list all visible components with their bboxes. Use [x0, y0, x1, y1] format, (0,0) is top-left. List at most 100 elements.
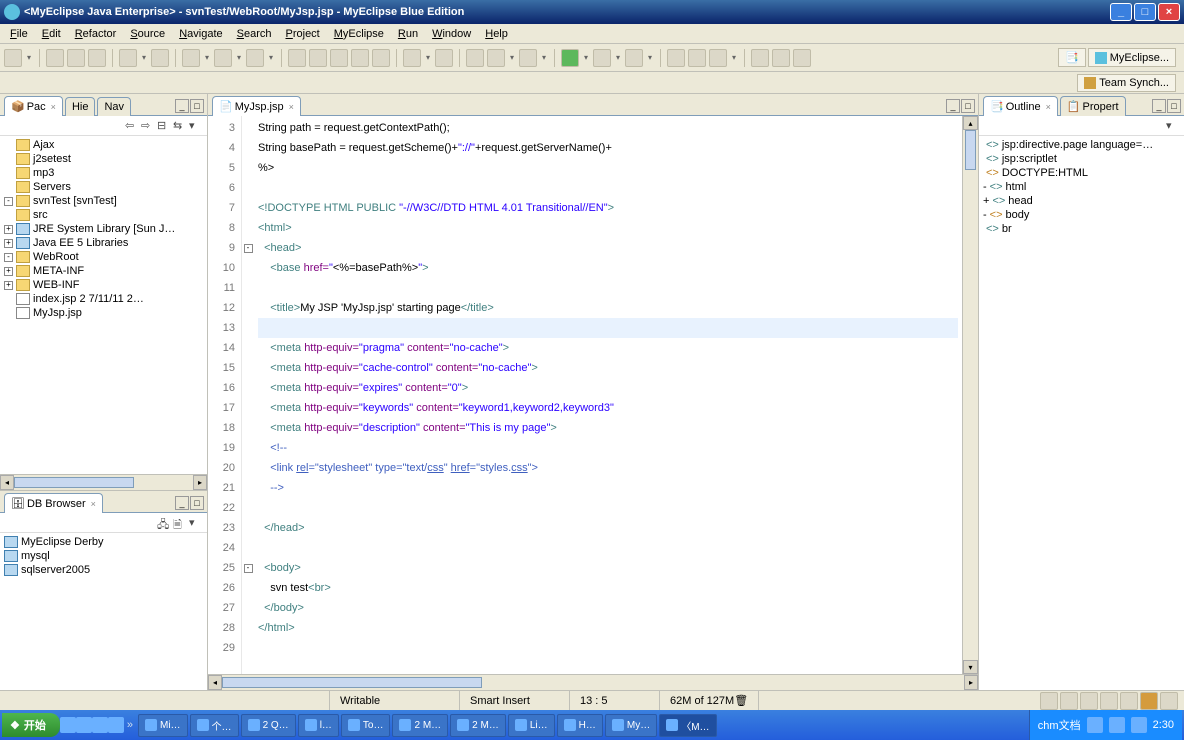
outline-node[interactable]: <> jsp:scriptlet	[983, 152, 1180, 166]
editor-body[interactable]: 3456789101112131415161718192021222324252…	[208, 116, 978, 674]
scroll-left-icon[interactable]: ◂	[208, 675, 222, 690]
tool-button[interactable]	[372, 49, 390, 67]
dropdown-icon[interactable]: ▾	[25, 49, 33, 67]
tab-outline[interactable]: 📑 Outline×	[983, 96, 1058, 116]
tool-button[interactable]	[151, 49, 169, 67]
code-line[interactable]	[258, 498, 958, 518]
code-line[interactable]: %>	[258, 158, 958, 178]
menu-file[interactable]: File	[4, 26, 34, 42]
tray-icon[interactable]	[1109, 717, 1125, 733]
scroll-thumb[interactable]	[965, 130, 976, 170]
tool-button[interactable]	[214, 49, 232, 67]
print-button[interactable]	[88, 49, 106, 67]
tree-node[interactable]: -svnTest [svnTest]	[4, 194, 203, 208]
back-icon[interactable]: ⇦	[125, 119, 139, 133]
maximize-view-icon[interactable]: □	[190, 496, 204, 510]
code-line[interactable]: <head>	[258, 238, 958, 258]
menu-navigate[interactable]: Navigate	[173, 26, 228, 42]
tray-icon[interactable]	[1131, 717, 1147, 733]
code-line[interactable]: <meta http-equiv="expires" content="0">	[258, 378, 958, 398]
menu-icon[interactable]: ▾	[189, 516, 203, 530]
code-line[interactable]	[258, 538, 958, 558]
tree-node[interactable]: mp3	[4, 166, 203, 180]
close-icon[interactable]: ×	[51, 102, 56, 112]
run-button[interactable]	[561, 49, 579, 67]
code-line[interactable]: <link rel="stylesheet" type="text/css" h…	[258, 458, 958, 478]
maximize-button[interactable]: □	[1134, 3, 1156, 21]
tool-button[interactable]	[466, 49, 484, 67]
tool-button[interactable]	[288, 49, 306, 67]
code-line[interactable]: <title>My JSP 'MyJsp.jsp' starting page<…	[258, 298, 958, 318]
trim-icon[interactable]	[1060, 692, 1078, 710]
menu-project[interactable]: Project	[280, 26, 326, 42]
tool-button[interactable]	[667, 49, 685, 67]
db-icon[interactable]: 🗎	[173, 516, 187, 530]
editor-tab-myjsp[interactable]: 📄 MyJsp.jsp×	[212, 96, 301, 116]
code-line[interactable]: </head>	[258, 518, 958, 538]
tool-button[interactable]	[487, 49, 505, 67]
scroll-right-icon[interactable]: ▸	[964, 675, 978, 690]
code-line[interactable]: <meta http-equiv="description" content="…	[258, 418, 958, 438]
code-line[interactable]	[258, 638, 958, 658]
code-line[interactable]	[258, 178, 958, 198]
code-line[interactable]: String path = request.getContextPath();	[258, 118, 958, 138]
scroll-down-icon[interactable]: ▾	[963, 660, 978, 674]
scroll-thumb[interactable]	[14, 477, 134, 488]
taskbar-task[interactable]: Mi…	[138, 714, 188, 737]
db-connection-node[interactable]: sqlserver2005	[4, 563, 203, 577]
tree-node[interactable]: +WEB-INF	[4, 278, 203, 292]
menu-edit[interactable]: Edit	[36, 26, 67, 42]
menu-search[interactable]: Search	[231, 26, 278, 42]
taskbar-task[interactable]: 2 M…	[392, 714, 448, 737]
close-icon[interactable]: ×	[289, 102, 294, 112]
taskbar-task[interactable]: 2 M…	[450, 714, 506, 737]
maximize-view-icon[interactable]: □	[190, 99, 204, 113]
close-button[interactable]: ×	[1158, 3, 1180, 21]
code-line[interactable]	[258, 318, 958, 338]
tree-node[interactable]: +JRE System Library [Sun J…	[4, 222, 203, 236]
code-line[interactable]	[258, 278, 958, 298]
scroll-up-icon[interactable]: ▴	[963, 116, 978, 130]
trim-icon[interactable]	[1100, 692, 1118, 710]
scroll-right-icon[interactable]: ▸	[193, 475, 207, 490]
code-line[interactable]: svn test<br>	[258, 578, 958, 598]
quicklaunch-icon[interactable]	[76, 717, 92, 733]
tree-node[interactable]: Servers	[4, 180, 203, 194]
code-line[interactable]: String basePath = request.getScheme()+":…	[258, 138, 958, 158]
tool-button[interactable]	[772, 49, 790, 67]
tree-node[interactable]: MyJsp.jsp	[4, 306, 203, 320]
trim-icon[interactable]	[1040, 692, 1058, 710]
outline-node[interactable]: -<> body	[983, 208, 1180, 222]
tab-hierarchy[interactable]: Hie	[65, 97, 96, 116]
menu-source[interactable]: Source	[124, 26, 171, 42]
system-tray[interactable]: chm文档 2:30	[1029, 710, 1182, 740]
tool-button[interactable]	[403, 49, 421, 67]
new-button[interactable]	[4, 49, 22, 67]
tool-button[interactable]	[246, 49, 264, 67]
menu-window[interactable]: Window	[426, 26, 477, 42]
db-connection-node[interactable]: mysql	[4, 549, 203, 563]
tree-node[interactable]: index.jsp 2 7/11/11 2…	[4, 292, 203, 306]
code-line[interactable]: <meta http-equiv="pragma" content="no-ca…	[258, 338, 958, 358]
debug-button[interactable]	[593, 49, 611, 67]
tab-properties[interactable]: 📋 Propert	[1060, 96, 1126, 116]
quicklaunch-icon[interactable]	[108, 717, 124, 733]
tool-button[interactable]	[182, 49, 200, 67]
minimize-view-icon[interactable]: _	[1152, 99, 1166, 113]
code-line[interactable]: <body>	[258, 558, 958, 578]
code-line[interactable]: <!--	[258, 438, 958, 458]
menu-icon[interactable]: ▾	[1166, 119, 1180, 133]
minimize-view-icon[interactable]: _	[175, 99, 189, 113]
trim-icon[interactable]	[1080, 692, 1098, 710]
taskbar-task[interactable]: 个…	[190, 714, 239, 737]
tool-button[interactable]	[688, 49, 706, 67]
package-explorer-tree[interactable]: Ajaxj2setestmp3Servers-svnTest [svnTest]…	[0, 136, 207, 474]
taskbar-task[interactable]: 〈M…	[659, 714, 716, 737]
code-line[interactable]: <meta http-equiv="cache-control" content…	[258, 358, 958, 378]
taskbar-task[interactable]: l…	[298, 714, 339, 737]
code-line[interactable]: </body>	[258, 598, 958, 618]
tool-button[interactable]	[435, 49, 453, 67]
close-icon[interactable]: ×	[91, 499, 96, 509]
tree-node[interactable]: j2setest	[4, 152, 203, 166]
code-line[interactable]: <base href="<%=basePath%>">	[258, 258, 958, 278]
